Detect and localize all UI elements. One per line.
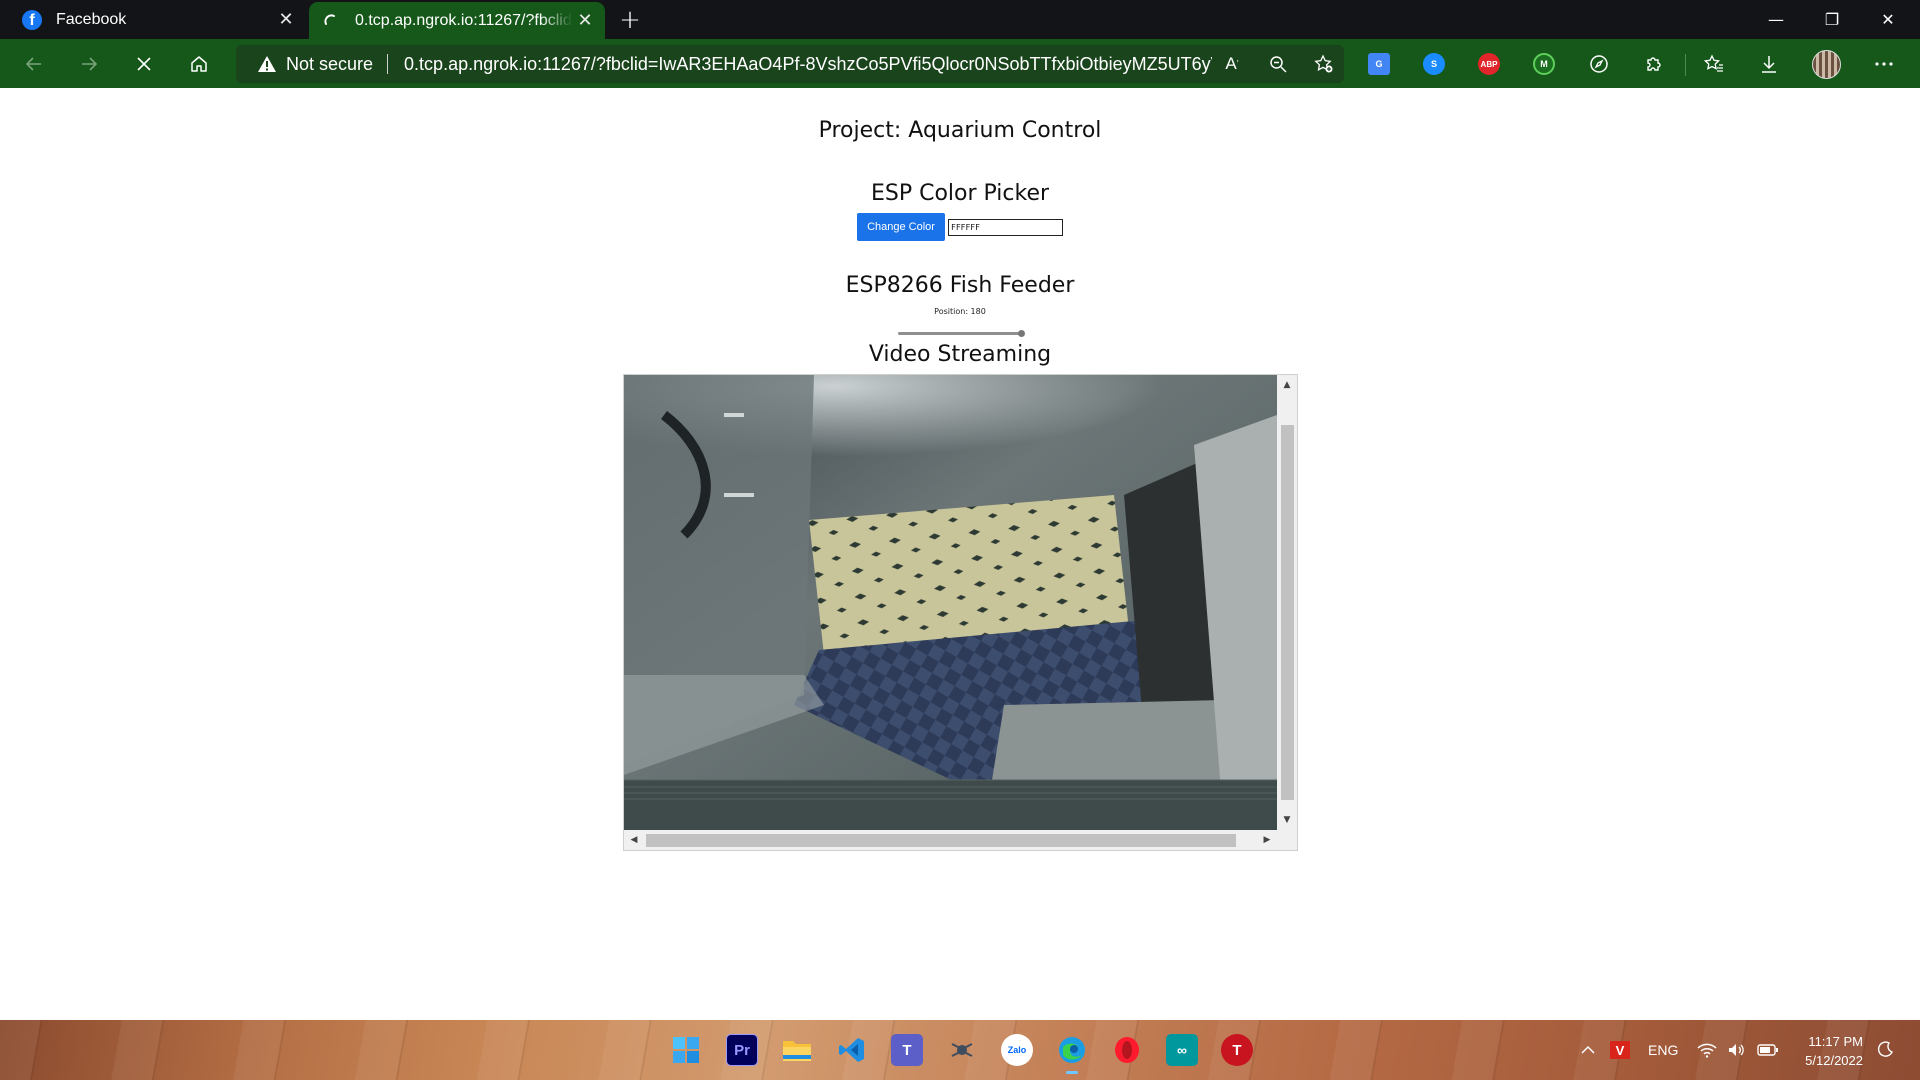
taskbar: Pr T Zalo ∞ T V ENG 11:17 PM 5/12/2022	[0, 1020, 1920, 1080]
divider	[387, 54, 389, 74]
new-tab-button[interactable]: +	[616, 5, 644, 35]
back-arrow-icon	[25, 57, 41, 71]
forward-arrow-icon	[82, 57, 98, 71]
color-hex-input[interactable]: FFFFFF	[948, 218, 1063, 236]
url-text[interactable]: 0.tcp.ap.ngrok.io:11267/?fbclid=IwAR3EHA…	[404, 54, 1212, 75]
premiere-pro-icon[interactable]: Pr	[726, 1034, 758, 1066]
extension-green-icon[interactable]: M	[1528, 48, 1560, 80]
tab-ngrok[interactable]: 0.tcp.ap.ngrok.io:11267/?fbclid=IwAR3 ✕	[309, 2, 605, 39]
change-color-button[interactable]: Change Color	[857, 213, 945, 241]
facebook-icon: f	[22, 9, 42, 30]
color-picker-row: Change Color FFFFFF	[857, 213, 1063, 241]
more-menu-icon[interactable]	[1868, 48, 1900, 80]
app-icon[interactable]	[946, 1034, 978, 1066]
start-icon[interactable]	[670, 1034, 702, 1066]
compass-icon[interactable]	[1583, 48, 1615, 80]
shazam-icon[interactable]: S	[1418, 48, 1450, 80]
project-title: Project: Aquarium Control	[818, 118, 1102, 143]
file-explorer-icon[interactable]	[781, 1034, 813, 1066]
profile-avatar[interactable]	[1812, 50, 1841, 79]
tab-title: Facebook	[56, 10, 127, 28]
opera-icon[interactable]	[1111, 1034, 1143, 1066]
toolbar-divider	[1685, 54, 1686, 76]
address-bar[interactable]: Not secure 0.tcp.ap.ngrok.io:11267/?fbcl…	[236, 45, 1344, 83]
home-icon	[191, 56, 207, 72]
add-favorite-icon[interactable]	[1306, 46, 1342, 82]
scroll-right-icon[interactable]: ▶	[1257, 830, 1277, 850]
forward-button[interactable]	[71, 46, 107, 82]
zalo-icon[interactable]: Zalo	[1001, 1034, 1033, 1066]
scroll-left-icon[interactable]: ◀	[624, 830, 644, 850]
tray-app-icon[interactable]: V	[1610, 1020, 1630, 1080]
date-label: 5/12/2022	[1805, 1053, 1863, 1068]
close-window-button[interactable]: ✕	[1860, 0, 1916, 39]
notification-icon[interactable]	[1875, 1020, 1895, 1080]
warning-icon[interactable]	[256, 53, 278, 75]
google-translate-icon[interactable]: G	[1363, 48, 1395, 80]
downloads-icon[interactable]	[1753, 48, 1785, 80]
navigation-bar: Not secure 0.tcp.ap.ngrok.io:11267/?fbcl…	[0, 39, 1920, 88]
horizontal-scrollbar[interactable]: ◀ ▶	[624, 830, 1277, 850]
zoom-out-icon[interactable]	[1260, 46, 1296, 82]
favorites-icon[interactable]	[1698, 48, 1730, 80]
close-tab-icon[interactable]: ✕	[573, 9, 597, 33]
time-label: 11:17 PM	[1808, 1034, 1863, 1049]
t-app-icon[interactable]: T	[1221, 1034, 1253, 1066]
color-picker-heading: ESP Color Picker	[870, 181, 1050, 206]
tab-title: 0.tcp.ap.ngrok.io:11267/?fbclid=IwAR3	[355, 11, 573, 29]
clock[interactable]: 11:17 PM 5/12/2022	[1793, 1032, 1863, 1070]
loading-spinner-icon	[321, 11, 341, 31]
restore-button[interactable]: ❐	[1804, 0, 1860, 39]
video-feed-image	[624, 375, 1277, 830]
close-tab-icon[interactable]: ✕	[274, 8, 298, 32]
stop-loading-button[interactable]	[126, 46, 162, 82]
video-streaming-heading: Video Streaming	[868, 342, 1052, 367]
tab-strip: f Facebook ✕ 0.tcp.ap.ngrok.io:11267/?fb…	[0, 0, 1920, 39]
slider-thumb[interactable]	[1018, 330, 1025, 337]
edge-icon[interactable]	[1056, 1034, 1088, 1074]
back-button[interactable]	[16, 46, 52, 82]
adblock-plus-icon[interactable]: ABP	[1473, 48, 1505, 80]
scroll-down-icon[interactable]: ▼	[1277, 810, 1297, 830]
feeder-position-slider[interactable]	[898, 330, 1025, 337]
read-aloud-icon[interactable]: Aʼ	[1214, 46, 1250, 82]
position-label: Position: 180	[934, 307, 986, 316]
vertical-scrollbar[interactable]: ▲ ▼	[1277, 375, 1297, 830]
fish-feeder-heading: ESP8266 Fish Feeder	[845, 273, 1075, 298]
language-indicator[interactable]: ENG	[1648, 1020, 1678, 1080]
close-icon	[137, 57, 151, 71]
vscode-icon[interactable]	[836, 1034, 868, 1066]
horizontal-scroll-thumb[interactable]	[646, 834, 1236, 847]
battery-icon[interactable]	[1757, 1020, 1779, 1080]
home-button[interactable]	[181, 46, 217, 82]
teams-icon[interactable]: T	[891, 1034, 923, 1066]
minimize-button[interactable]: —	[1748, 0, 1804, 39]
security-label[interactable]: Not secure	[286, 54, 373, 75]
tab-facebook[interactable]: f Facebook ✕	[10, 0, 306, 39]
scroll-up-icon[interactable]: ▲	[1277, 375, 1297, 395]
web-page: Project: Aquarium Control ESP Color Pick…	[0, 88, 1920, 1020]
vertical-scroll-thumb[interactable]	[1281, 425, 1294, 800]
volume-icon[interactable]	[1727, 1020, 1745, 1080]
show-hidden-icons[interactable]	[1580, 1020, 1596, 1080]
wifi-icon[interactable]	[1697, 1020, 1717, 1080]
extensions-puzzle-icon[interactable]	[1638, 48, 1670, 80]
arduino-icon[interactable]: ∞	[1166, 1034, 1198, 1066]
video-stream-frame: ▲ ▼ ◀ ▶	[623, 374, 1298, 851]
